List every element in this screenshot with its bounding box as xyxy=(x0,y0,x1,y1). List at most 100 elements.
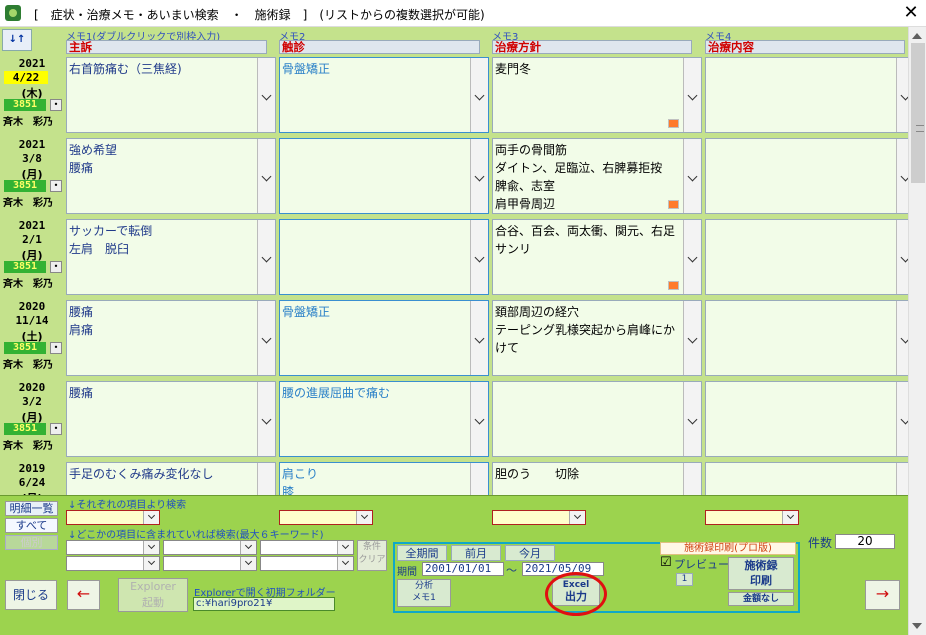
orange-marker-icon[interactable] xyxy=(668,281,679,290)
record-memo4-cell[interactable] xyxy=(705,57,908,133)
close-icon[interactable]: ✕ xyxy=(900,2,922,24)
record-memo1-cell[interactable]: 強め希望 腰痛 xyxy=(66,138,276,214)
chevron-down-icon[interactable] xyxy=(683,139,701,213)
clear-conditions-button[interactable]: 条件 クリア xyxy=(357,540,387,571)
chevron-down-icon[interactable] xyxy=(470,301,488,375)
explorer-button[interactable]: Explorer 起動 xyxy=(118,578,188,612)
chevron-down-icon[interactable] xyxy=(896,139,908,213)
record-memo1-cell[interactable]: 腰痛 xyxy=(66,381,276,457)
all-button[interactable]: すべて xyxy=(5,518,58,533)
record-memo4-cell[interactable] xyxy=(705,300,908,376)
keyword-input-3[interactable] xyxy=(260,540,354,555)
keyword-input-4[interactable] xyxy=(66,556,160,571)
memo1-text[interactable]: 腰痛 xyxy=(69,384,255,402)
chevron-down-icon[interactable] xyxy=(569,511,585,524)
chevron-down-icon[interactable] xyxy=(896,220,908,294)
record-options-icon[interactable]: • xyxy=(50,423,62,435)
record-memo2-cell[interactable]: 骨盤矯正 xyxy=(279,57,489,133)
memo1-text[interactable]: 右首筋痛む（三焦経) xyxy=(69,60,255,78)
chevron-down-icon[interactable] xyxy=(257,139,275,213)
record-memo1-cell[interactable]: 腰痛 肩痛 xyxy=(66,300,276,376)
no-amount-button[interactable]: 金額なし xyxy=(728,592,794,606)
memo3-filter-select[interactable] xyxy=(492,510,586,525)
chevron-down-icon[interactable] xyxy=(896,463,908,495)
orange-marker-icon[interactable] xyxy=(668,119,679,128)
chevron-down-icon[interactable] xyxy=(257,382,275,456)
memo3-text[interactable]: 両手の骨間筋 ダイトン、足臨泣、右脾募拒按 脾兪、志室 肩甲骨周辺 xyxy=(495,141,681,213)
memo1-text[interactable]: 強め希望 腰痛 xyxy=(69,141,255,177)
memo1-text[interactable]: 腰痛 肩痛 xyxy=(69,303,255,339)
chevron-down-icon[interactable] xyxy=(896,58,908,132)
chevron-down-icon[interactable] xyxy=(683,220,701,294)
record-memo4-cell[interactable] xyxy=(705,219,908,295)
chevron-down-icon[interactable] xyxy=(470,139,488,213)
patient-id-badge[interactable]: 3851 xyxy=(4,261,46,273)
chevron-down-icon[interactable] xyxy=(356,511,372,524)
folder-path-input[interactable]: c:¥hari9pro21¥ xyxy=(193,597,335,611)
chevron-down-icon[interactable] xyxy=(257,463,275,495)
record-memo3-cell[interactable]: 頚部周辺の経穴 テーピング乳様突起から肩峰にか けて xyxy=(492,300,702,376)
record-memo1-cell[interactable]: 手足のむくみ痛み変化なし xyxy=(66,462,276,495)
keyword-input-2[interactable] xyxy=(163,540,257,555)
close-button[interactable]: 閉じる xyxy=(5,580,57,610)
record-memo2-cell[interactable] xyxy=(279,138,489,214)
chevron-down-icon[interactable] xyxy=(896,301,908,375)
memo2-filter-select[interactable] xyxy=(279,510,373,525)
record-options-icon[interactable]: • xyxy=(50,261,62,273)
scroll-down-icon[interactable] xyxy=(912,623,922,629)
keyword-input-5[interactable] xyxy=(163,556,257,571)
memo3-text[interactable]: 合谷、百会、両太衝、関元、右足 サンリ xyxy=(495,222,681,258)
record-memo2-cell[interactable] xyxy=(279,219,489,295)
record-memo3-cell[interactable]: 胆のう 切除 xyxy=(492,462,702,495)
memo1-text[interactable]: 手足のむくみ痛み変化なし xyxy=(69,465,255,483)
chevron-down-icon[interactable] xyxy=(470,220,488,294)
record-memo4-cell[interactable] xyxy=(705,381,908,457)
chevron-down-icon[interactable] xyxy=(143,557,159,570)
this-month-button[interactable]: 今月 xyxy=(505,545,555,561)
patient-id-badge[interactable]: 3851 xyxy=(4,423,46,435)
chevron-down-icon[interactable] xyxy=(143,541,159,554)
preview-checkbox[interactable]: ☑ xyxy=(660,556,672,570)
record-memo1-cell[interactable]: サッカーで転倒 左肩 脱臼 xyxy=(66,219,276,295)
next-arrow-button[interactable]: → xyxy=(865,580,900,610)
patient-id-badge[interactable]: 3851 xyxy=(4,180,46,192)
memo3-text[interactable]: 胆のう 切除 xyxy=(495,465,681,483)
prev-month-button[interactable]: 前月 xyxy=(451,545,501,561)
analysis-memo1-button[interactable]: 分析 メモ1 xyxy=(397,579,451,607)
memo2-text[interactable]: 骨盤矯正 xyxy=(282,60,468,78)
print-record-button[interactable]: 施術録 印刷 xyxy=(728,557,794,590)
chevron-down-icon[interactable] xyxy=(257,220,275,294)
keyword-input-6[interactable] xyxy=(260,556,354,571)
memo2-text[interactable]: 腰の進展屈曲で痛む xyxy=(282,384,468,402)
record-memo3-cell[interactable] xyxy=(492,381,702,457)
record-memo3-cell[interactable]: 両手の骨間筋 ダイトン、足臨泣、右脾募拒按 脾兪、志室 肩甲骨周辺 xyxy=(492,138,702,214)
memo1-text[interactable]: サッカーで転倒 左肩 脱臼 xyxy=(69,222,255,258)
detail-list-button[interactable]: 明細一覧 xyxy=(5,501,58,516)
chevron-down-icon[interactable] xyxy=(896,382,908,456)
memo2-text[interactable]: 骨盤矯正 xyxy=(282,303,468,321)
vertical-scrollbar[interactable] xyxy=(908,27,926,635)
all-period-button[interactable]: 全期間 xyxy=(397,545,447,561)
scroll-thumb[interactable] xyxy=(911,43,925,183)
record-memo2-cell[interactable]: 肩こり 膝 xyxy=(279,462,489,495)
chevron-down-icon[interactable] xyxy=(257,58,275,132)
chevron-down-icon[interactable] xyxy=(337,541,353,554)
memo3-text[interactable]: 頚部周辺の経穴 テーピング乳様突起から肩峰にか けて xyxy=(495,303,681,357)
memo2-text[interactable]: 肩こり 膝 xyxy=(282,465,468,495)
chevron-down-icon[interactable] xyxy=(257,301,275,375)
copies-input[interactable]: 1 xyxy=(676,573,693,586)
patient-id-badge[interactable]: 3851 xyxy=(4,99,46,111)
chevron-down-icon[interactable] xyxy=(470,58,488,132)
prev-arrow-button[interactable]: ← xyxy=(67,580,100,610)
chevron-down-icon[interactable] xyxy=(337,557,353,570)
record-options-icon[interactable]: • xyxy=(50,180,62,192)
chevron-down-icon[interactable] xyxy=(240,541,256,554)
chevron-down-icon[interactable] xyxy=(683,463,701,495)
memo4-filter-select[interactable] xyxy=(705,510,799,525)
scroll-up-icon[interactable] xyxy=(912,33,922,39)
count-input[interactable]: 20 xyxy=(835,534,895,549)
record-memo4-cell[interactable] xyxy=(705,462,908,495)
chevron-down-icon[interactable] xyxy=(470,463,488,495)
record-options-icon[interactable]: • xyxy=(50,99,62,111)
record-memo2-cell[interactable]: 骨盤矯正 xyxy=(279,300,489,376)
